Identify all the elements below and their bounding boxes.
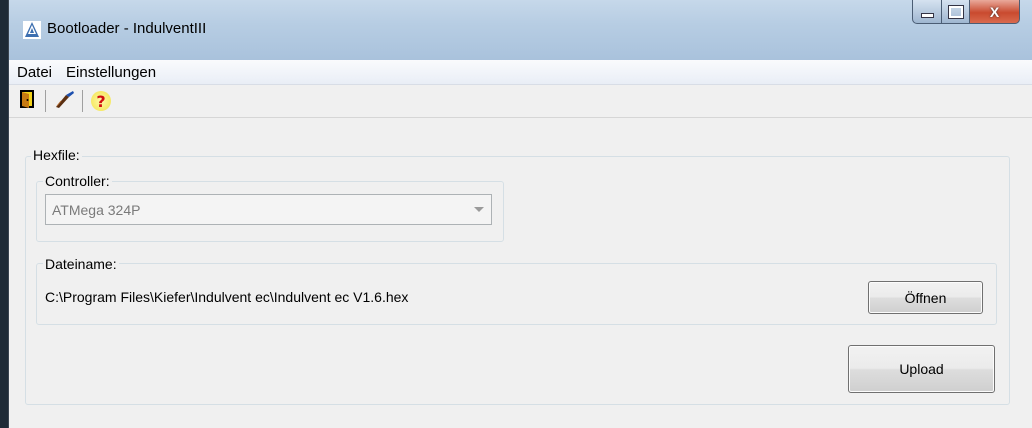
upload-button[interactable]: Upload: [848, 345, 995, 393]
toolbar-separator: [45, 90, 46, 112]
desktop-background: [0, 0, 8, 428]
app-tree-icon: [23, 21, 41, 39]
menu-einstellungen[interactable]: Einstellungen: [59, 64, 163, 81]
title-bar[interactable]: Bootloader - IndulventIII X: [9, 0, 1032, 60]
programmer-wand-icon: [53, 89, 75, 114]
exit-button[interactable]: [15, 89, 39, 113]
dateiname-label: Dateiname:: [43, 256, 119, 272]
minimize-icon: [920, 13, 934, 18]
chevron-down-icon[interactable]: [474, 207, 484, 212]
controller-select-value: ATMega 324P: [52, 201, 141, 218]
hexfile-label: Hexfile:: [31, 147, 82, 163]
maximize-icon: [947, 4, 964, 19]
menu-datei[interactable]: Datei: [9, 64, 59, 81]
toolbar-separator: [82, 90, 83, 112]
maximize-button[interactable]: [942, 0, 970, 24]
caption-buttons: X: [912, 0, 1020, 26]
file-path: C:\Program Files\Kiefer\Indulvent ec\Ind…: [45, 289, 409, 305]
exit-door-icon: [19, 89, 35, 114]
controller-select[interactable]: ATMega 324P: [45, 194, 492, 225]
minimize-button[interactable]: [912, 0, 942, 24]
controller-label: Controller:: [43, 173, 112, 189]
help-question-icon: ?: [91, 91, 111, 111]
window-title: Bootloader - IndulventIII: [47, 20, 207, 37]
close-button[interactable]: X: [970, 0, 1020, 24]
program-button[interactable]: [52, 89, 76, 113]
open-button[interactable]: Öffnen: [868, 281, 983, 314]
help-button[interactable]: ?: [89, 89, 113, 113]
toolbar: ?: [9, 85, 1032, 118]
menu-bar: Datei Einstellungen: [9, 60, 1032, 85]
close-icon: X: [989, 3, 1000, 20]
